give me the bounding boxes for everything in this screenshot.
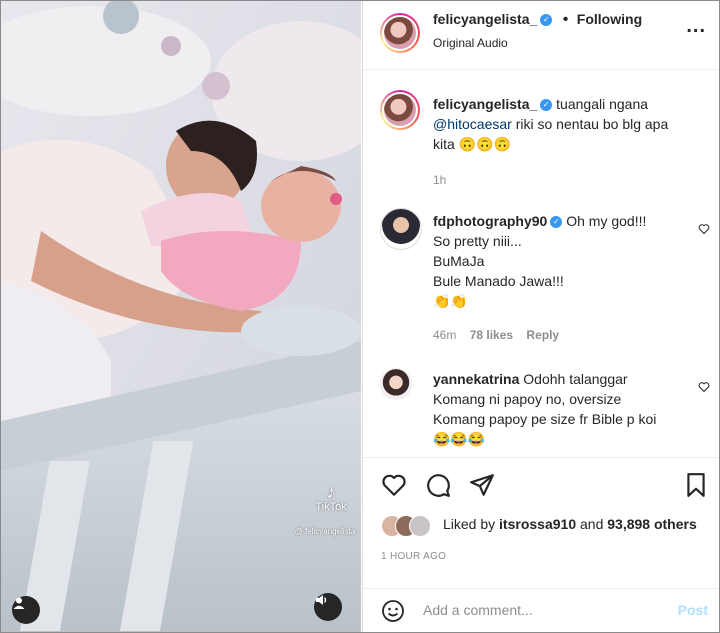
comment-meta: 46m 78 likes Reply [433, 328, 559, 342]
tiktok-handle: @ felicyangelista [294, 527, 356, 536]
comment-text: Bule Manado Jawa!!! [433, 273, 564, 289]
comment-text: Oh my god!!! [566, 213, 647, 229]
author-avatar[interactable] [380, 13, 420, 53]
comment-text: BuMaJa [433, 253, 485, 269]
likes-count[interactable]: 93,898 others [607, 516, 697, 532]
post-media[interactable]: ♪ TikTok @ felicyangelista [1, 1, 361, 632]
tiktok-label: TikTok [315, 501, 347, 513]
comment-text: Komang ni papoy no, oversize [433, 391, 622, 407]
comments-section: felicyangelista_ ✓ tuangali ngana @hitoca… [363, 70, 719, 456]
caption-username[interactable]: felicyangelista_ [433, 96, 537, 112]
comment-text: Odohh talanggar [523, 371, 628, 387]
heart-icon[interactable] [381, 472, 407, 498]
emoji-icon[interactable] [381, 599, 405, 623]
like-comment-heart-icon[interactable] [698, 223, 710, 235]
caption-emojis: 🙃🙃🙃 [458, 136, 511, 152]
user-icon [13, 597, 25, 609]
likes-summary: Liked by itsrossa910 and 93,898 others [443, 516, 697, 532]
liked-by-avatars[interactable] [381, 515, 441, 537]
like-comment-heart-icon[interactable] [698, 381, 710, 393]
tiktok-watermark: ♪ TikTok @ felicyangelista [295, 482, 361, 536]
post-frame: ♪ TikTok @ felicyangelista felicyangelis… [0, 0, 720, 633]
commenter-avatar[interactable] [380, 208, 422, 250]
tagged-users-button[interactable] [12, 596, 40, 624]
post-comment-button[interactable]: Post [678, 602, 708, 618]
comment: yannekatrina Odohh talanggar Komang ni p… [433, 369, 693, 449]
liked-by-and: and [580, 516, 604, 532]
post-details-panel: felicyangelista_ ✓ • Following Original A… [362, 1, 719, 632]
separator-dot: • [562, 11, 569, 28]
audio-toggle-button[interactable] [314, 593, 342, 621]
author-username[interactable]: felicyangelista_ [433, 11, 537, 27]
comment-icon[interactable] [425, 472, 451, 498]
bookmark-icon[interactable] [684, 472, 708, 498]
comment-likes[interactable]: 78 likes [470, 328, 513, 342]
caption-time[interactable]: 1h [433, 173, 446, 187]
commenter-avatar[interactable] [380, 368, 412, 400]
following-button[interactable]: Following [577, 11, 642, 27]
caption-text-2: riki so nentau bo blg apa [515, 116, 669, 132]
comment-time[interactable]: 46m [433, 328, 456, 342]
reply-button[interactable]: Reply [526, 328, 559, 342]
comment-input[interactable]: Add a comment... [423, 602, 533, 618]
comment-emojis: 👏👏 [433, 293, 468, 309]
post-actions: Liked by itsrossa910 and 93,898 others 1… [363, 457, 719, 588]
comment-text: Komang papoy pe size fr Bible p koi [433, 411, 657, 427]
verified-icon: ✓ [540, 99, 553, 112]
commenter-username[interactable]: fdphotography90 [433, 213, 547, 229]
comment-text: So pretty niii... [433, 233, 522, 249]
header-info: felicyangelista_ ✓ • Following [433, 11, 642, 29]
comment-emojis: 😂😂😂 [433, 431, 486, 447]
add-comment-bar: Add a comment... Post [363, 588, 719, 632]
verified-icon: ✓ [540, 13, 553, 26]
caption: felicyangelista_ ✓ tuangali ngana @hitoca… [433, 94, 703, 154]
share-icon[interactable] [469, 472, 495, 498]
caption-text-3: kita [433, 136, 455, 152]
sleeping-photo [1, 1, 361, 632]
liked-by-prefix: Liked by [443, 516, 496, 532]
commenter-username[interactable]: yannekatrina [433, 371, 519, 387]
verified-icon: ✓ [550, 216, 563, 229]
more-options-icon[interactable]: ... [686, 15, 706, 38]
post-timestamp[interactable]: 1 HOUR AGO [381, 551, 446, 562]
original-audio-link[interactable]: Original Audio [433, 36, 508, 50]
tiktok-icon: ♪ [326, 482, 336, 502]
caption-mention[interactable]: @hitocaesar [433, 116, 512, 132]
speaker-icon [316, 595, 327, 605]
liked-by-user[interactable]: itsrossa910 [499, 516, 576, 532]
caption-avatar[interactable] [380, 90, 420, 130]
caption-text: tuangali ngana [556, 96, 649, 112]
comment: fdphotography90 ✓ Oh my god!!! So pretty … [433, 211, 693, 311]
post-header: felicyangelista_ ✓ • Following Original A… [363, 1, 719, 70]
